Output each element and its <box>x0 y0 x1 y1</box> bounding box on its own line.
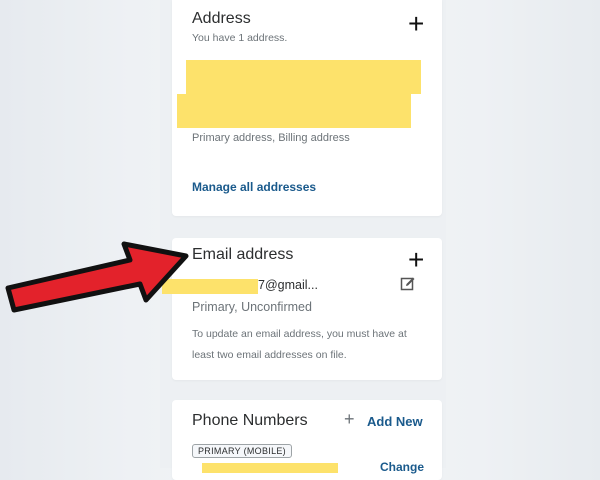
email-title: Email address <box>192 246 294 263</box>
primary-mobile-badge: PRIMARY (MOBILE) <box>192 444 292 458</box>
address-card: Address + You have 1 address. Primary ad… <box>172 0 442 216</box>
email-value: 7@gmail... <box>258 278 318 292</box>
redacted-address-line-1 <box>186 60 421 94</box>
address-type: Primary address, Billing address <box>192 132 350 144</box>
manage-addresses-link[interactable]: Manage all addresses <box>192 180 316 194</box>
phone-plus-icon[interactable]: + <box>344 410 355 428</box>
address-count: You have 1 address. <box>192 32 288 44</box>
edit-pencil-icon[interactable] <box>400 276 416 297</box>
phone-card: Phone Numbers + Add New PRIMARY (MOBILE)… <box>172 400 442 480</box>
email-note-line-1: To update an email address, you must hav… <box>192 328 407 340</box>
address-title: Address <box>192 10 251 27</box>
phone-title: Phone Numbers <box>192 412 308 429</box>
email-status: Primary, Unconfirmed <box>192 300 312 314</box>
change-phone-link[interactable]: Change <box>380 460 424 474</box>
add-address-plus-icon[interactable]: + <box>408 10 424 38</box>
add-new-phone-link[interactable]: Add New <box>367 414 423 429</box>
redacted-phone-number <box>202 463 338 473</box>
email-note-line-2: least two email addresses on file. <box>192 349 347 361</box>
redacted-address-line-2 <box>177 94 411 128</box>
red-arrow-annotation <box>5 241 189 313</box>
add-email-plus-icon[interactable]: + <box>408 246 424 274</box>
email-card: Email address + 7@gmail... Primary, Unco… <box>162 238 442 380</box>
